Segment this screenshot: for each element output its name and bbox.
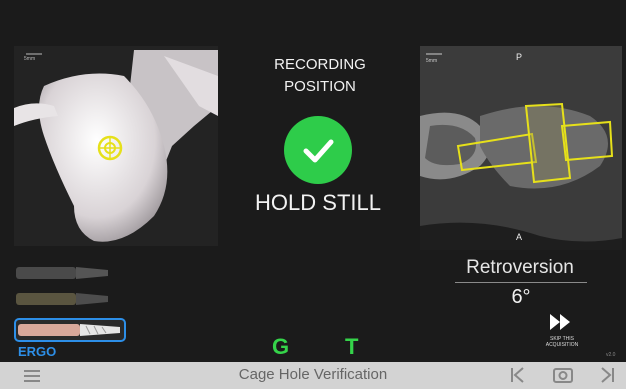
ct-scale-label: 5mm (426, 58, 438, 64)
bone-scale-label: 5mm (24, 56, 36, 62)
title-line-1: RECORDING (274, 56, 366, 73)
title-line-2: POSITION (284, 78, 356, 95)
skip-acquisition-button[interactable]: SKIP THIS ACQUISITION (522, 310, 602, 356)
tool-option-ergo-selected[interactable] (14, 318, 126, 342)
camera-button[interactable] (552, 366, 574, 384)
camera-icon (553, 368, 573, 383)
next-step-button[interactable] (596, 366, 618, 384)
drill-icon (16, 267, 108, 279)
ct-image (420, 46, 622, 250)
ct-slice-view[interactable]: P A 5mm (420, 46, 622, 250)
skip-back-icon (511, 367, 524, 383)
drill-icon (18, 324, 120, 336)
skip-forward-icon (601, 367, 614, 383)
g-indicator: G (272, 334, 290, 359)
bone-3d-view[interactable]: 5mm (14, 46, 218, 246)
retroversion-divider (455, 282, 587, 283)
skip-label-line-2: ACQUISITION (545, 342, 579, 348)
retroversion-label: Retroversion (466, 257, 574, 278)
tool-option-1[interactable] (16, 264, 112, 282)
hamburger-menu-icon[interactable] (22, 368, 42, 384)
t-indicator: T (345, 334, 359, 359)
check-circle-icon (284, 116, 352, 184)
ct-anterior-label: A (516, 232, 523, 242)
skip-label: SKIP THIS ACQUISITION (522, 336, 602, 348)
tool-option-2[interactable] (16, 290, 112, 308)
recording-position-title: RECORDING POSITION (240, 54, 400, 98)
drill-icon (16, 293, 108, 305)
version-label: v2.0 (606, 352, 616, 358)
hold-still-instruction: HOLD STILL (255, 190, 381, 215)
ct-posterior-label: P (516, 52, 523, 62)
scapula-render (14, 50, 218, 242)
fast-forward-icon (550, 314, 570, 330)
step-title: Cage Hole Verification (238, 366, 388, 383)
ergo-label: ERGO (18, 344, 57, 359)
previous-step-button[interactable] (507, 366, 529, 384)
retroversion-value: 6° (511, 286, 531, 308)
